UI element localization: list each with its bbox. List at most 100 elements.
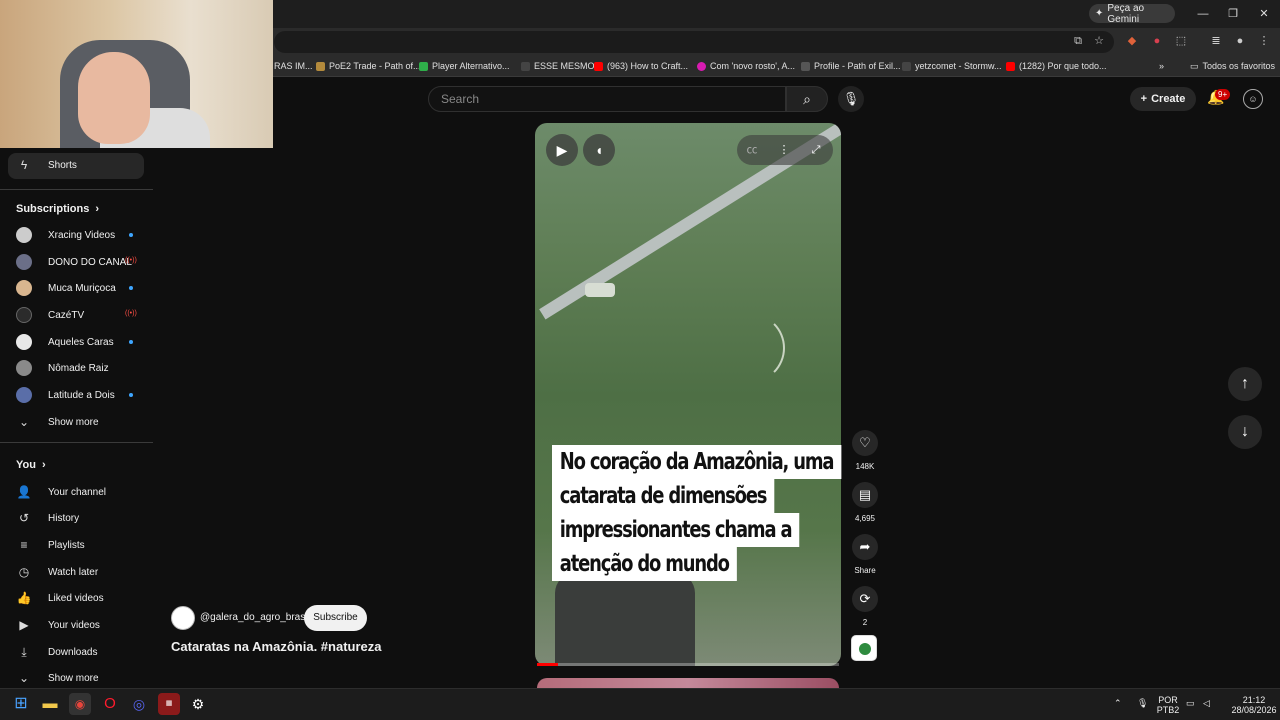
clock[interactable]: 21:12 28/08/2026 xyxy=(1230,695,1278,715)
show-more-you[interactable]: ⌄ Show more xyxy=(16,668,99,688)
subscribe-button[interactable]: Subscribe xyxy=(304,605,367,631)
channel-handle[interactable]: @galera_do_agro_brasil xyxy=(200,612,310,623)
sidebar-item-downloads[interactable]: ⤓ Downloads xyxy=(16,642,97,662)
short-video-player[interactable] xyxy=(535,123,841,666)
video-progress-fill xyxy=(537,663,558,666)
create-button[interactable]: + Create xyxy=(1130,87,1196,111)
sidebar-item-watch-later[interactable]: ◷ Watch later xyxy=(16,562,98,582)
account-avatar[interactable]: ☺ xyxy=(1243,89,1263,109)
play-button[interactable]: ▶ xyxy=(546,134,578,166)
sidebar-item-liked-videos[interactable]: 👍 Liked videos xyxy=(16,588,104,608)
bookmark-star-icon[interactable]: ☆ xyxy=(1091,33,1107,49)
video-caption-overlay: No coração da Amazônia, uma catarata de … xyxy=(552,445,842,581)
next-short-button[interactable]: ↓ xyxy=(1228,415,1262,449)
bookmark-item[interactable]: Com 'novo rosto', A... xyxy=(697,58,795,74)
file-explorer-icon[interactable]: ▬ xyxy=(39,693,61,715)
search-input[interactable]: Search xyxy=(428,86,786,112)
previous-short-button[interactable]: ↑ xyxy=(1228,367,1262,401)
address-bar[interactable] xyxy=(274,31,1114,53)
microphone-icon[interactable]: 🎙 xyxy=(838,86,864,112)
browser-menu-icon[interactable]: ⋮ xyxy=(1256,33,1272,49)
subscriptions-heading[interactable]: Subscriptions › xyxy=(16,203,99,215)
install-app-icon[interactable]: ⧉ xyxy=(1070,33,1086,49)
sidebar-item-subscription[interactable]: Aqueles Caras xyxy=(16,332,114,352)
gemini-button[interactable]: ✦ Peça ao Gemini xyxy=(1089,2,1175,25)
new-content-dot xyxy=(129,233,133,237)
caption-line: catarata de dimensões xyxy=(552,479,775,513)
remix-button[interactable]: ⟳ xyxy=(852,586,878,612)
opera-icon[interactable]: O xyxy=(99,693,121,715)
bookmark-item[interactable]: (1282) Por que todo... xyxy=(1006,58,1107,74)
tray-mic-icon[interactable]: 🎙 xyxy=(1137,698,1148,708)
bookmark-favicon xyxy=(419,61,428,71)
bookmark-item[interactable]: Profile - Path of Exil... xyxy=(801,58,901,74)
channel-avatar xyxy=(16,227,32,243)
media-control-icon[interactable]: ≣ xyxy=(1208,33,1224,49)
steam-icon[interactable]: ⚙ xyxy=(187,693,209,715)
all-bookmarks-button[interactable]: ▭ Todos os favoritos xyxy=(1190,58,1275,74)
extension-icon[interactable]: ◆ xyxy=(1124,33,1140,49)
sidebar-item-subscription[interactable]: Nômade Raiz xyxy=(16,358,109,378)
remix-icon: ⟳ xyxy=(859,591,871,606)
like-button[interactable]: ♡ xyxy=(852,430,878,456)
video-title[interactable]: Cataratas na Amazônia. #natureza xyxy=(171,639,381,654)
app-icon[interactable]: ▦ xyxy=(158,693,180,715)
video-progress-bar[interactable] xyxy=(537,663,839,666)
profile-icon[interactable]: ● xyxy=(1232,33,1248,49)
comments-button[interactable]: ▤ xyxy=(852,482,878,508)
share-button[interactable]: ➦ xyxy=(852,534,878,560)
bookmark-item[interactable]: (963) How to Craft... xyxy=(594,58,688,74)
bookmark-item[interactable]: PoE2 Trade - Path of... xyxy=(316,58,421,74)
channel-avatar xyxy=(16,334,32,350)
extensions-puzzle-icon[interactable]: ⬚ xyxy=(1173,33,1189,49)
sound-thumbnail[interactable] xyxy=(851,635,877,661)
sidebar-item-subscription[interactable]: Xracing Videos xyxy=(16,225,115,245)
network-icon[interactable]: ▭ xyxy=(1186,698,1195,708)
bookmark-favicon xyxy=(316,61,325,71)
webcam-overlay xyxy=(0,0,273,148)
comment-icon: ▤ xyxy=(858,487,872,502)
live-icon: ((•)) xyxy=(125,257,137,264)
sidebar-item-history[interactable]: ↺ History xyxy=(16,508,79,528)
bookmark-item[interactable]: Player Alternativo... xyxy=(419,58,510,74)
sidebar-shorts-row[interactable]: ϟ Shorts xyxy=(16,155,77,175)
channel-avatar xyxy=(16,307,32,323)
sidebar-item-playlists[interactable]: ≡ Playlists xyxy=(16,535,84,555)
chrome-icon[interactable]: ◉ xyxy=(69,693,91,715)
chevron-down-icon: ⌄ xyxy=(18,415,30,429)
more-options-icon[interactable]: ⋮ xyxy=(775,141,793,159)
tray-chevron-icon[interactable]: ⌃ xyxy=(1114,698,1122,708)
bookmark-item[interactable]: yetzcomet - Stormw... xyxy=(902,58,1002,74)
minimize-button[interactable]: — xyxy=(1193,6,1213,22)
captions-icon[interactable]: ㏄ xyxy=(743,141,761,159)
sidebar-item-subscription[interactable]: CazéTV xyxy=(16,305,84,325)
sidebar-item-subscription[interactable]: DONO DO CANAL xyxy=(16,252,132,272)
windows-start-icon[interactable]: ⊞ xyxy=(10,693,32,715)
extension-badge-icon[interactable]: ● xyxy=(1149,33,1165,49)
video-icon: ▶ xyxy=(19,618,29,632)
more-bookmarks-chevron-icon[interactable]: » xyxy=(1159,58,1164,74)
show-more-subscriptions[interactable]: ⌄ Show more xyxy=(16,412,99,432)
search-icon[interactable]: ⌕ xyxy=(786,86,828,112)
you-heading[interactable]: You › xyxy=(16,459,46,471)
close-window-button[interactable]: ✕ xyxy=(1254,6,1274,22)
bookmark-item[interactable]: ESSE MESMO xyxy=(521,58,595,74)
bookmark-item[interactable]: RAS IM... xyxy=(274,58,313,74)
sidebar-item-subscription[interactable]: Muca Muriçoca xyxy=(16,278,116,298)
webcam-person xyxy=(78,52,150,144)
sidebar-item-your-videos[interactable]: ▶ Your videos xyxy=(16,615,100,635)
channel-avatar[interactable] xyxy=(171,606,195,630)
like-count: 148K xyxy=(855,462,875,471)
fullscreen-icon[interactable]: ⤢ xyxy=(807,141,825,159)
new-content-dot xyxy=(129,393,133,397)
bookmark-favicon xyxy=(801,61,810,71)
speaker-icon[interactable]: ◁ xyxy=(1203,698,1210,708)
restore-button[interactable]: ❐ xyxy=(1223,6,1243,22)
volume-icon[interactable]: ◖ xyxy=(583,134,615,166)
user-icon: 👤 xyxy=(16,485,32,499)
sidebar-item-your-channel[interactable]: 👤 Your channel xyxy=(16,482,107,502)
input-language[interactable]: POR PTB2 xyxy=(1155,695,1181,715)
gemini-label: Peça ao Gemini xyxy=(1107,2,1145,25)
discord-icon[interactable]: ◎ xyxy=(128,693,150,715)
sidebar-item-subscription[interactable]: Latitude a Dois xyxy=(16,385,115,405)
